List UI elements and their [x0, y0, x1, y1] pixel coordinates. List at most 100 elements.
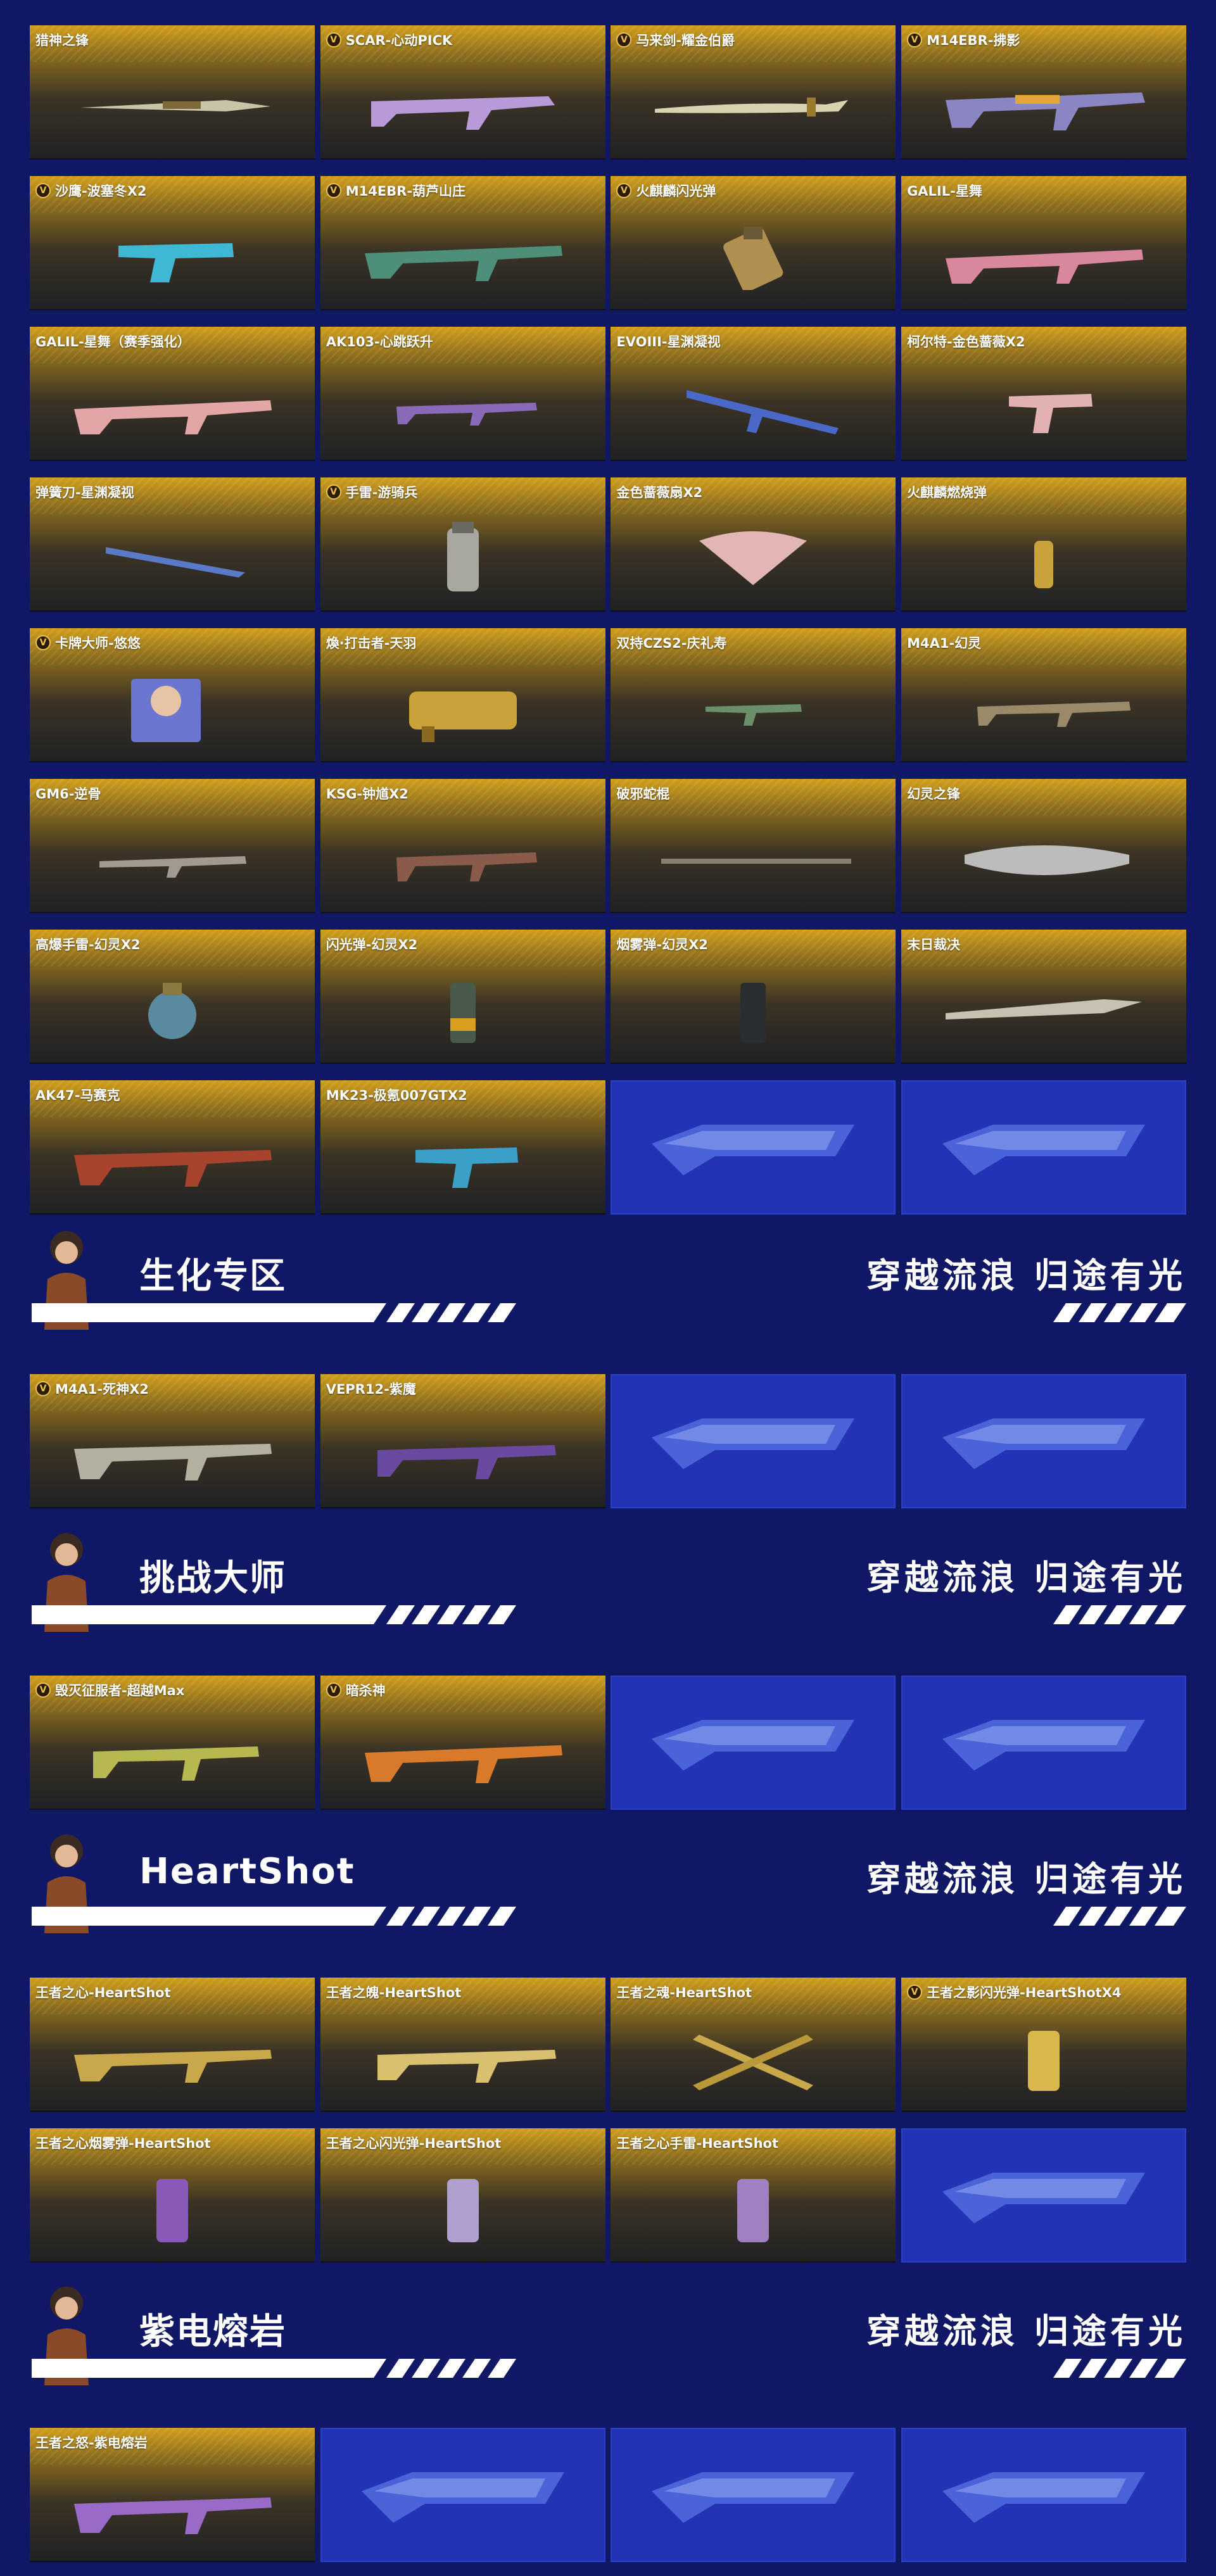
weapon-name: 幻灵之锋 — [907, 786, 961, 802]
grenade-icon — [1034, 541, 1054, 588]
v-badge-icon: V — [35, 635, 51, 650]
weapon-name: KSG-钟馗X2 — [326, 786, 408, 802]
section-underline-bar — [32, 1303, 516, 1322]
weapon-name: MK23-极氪007GTX2 — [326, 1088, 467, 1103]
v-badge-icon: V — [326, 484, 341, 500]
smoke-grenade-icon — [740, 983, 766, 1043]
weapon-card[interactable]: 幻灵之锋 — [901, 779, 1187, 913]
weapon-name: 王者之魄-HeartShot — [326, 1985, 462, 2000]
weapon-card[interactable]: 王者之魄-HeartShot — [320, 1978, 605, 2112]
weapon-card[interactable]: 末日裁决 — [901, 930, 1187, 1064]
pistol-icon — [415, 1147, 518, 1188]
crossfire-logo-card — [611, 2428, 896, 2562]
pistol-icon — [118, 243, 234, 282]
flashbang-icon — [446, 2179, 479, 2242]
weapon-card[interactable]: V 沙鹰-波塞冬X2 — [30, 176, 315, 310]
smg-icon — [93, 1746, 259, 1781]
weapon-card[interactable]: GM6-逆骨 — [30, 779, 315, 913]
weapon-card[interactable]: 闪光弹-幻灵X2 — [320, 930, 605, 1064]
crossfire-logo-icon — [652, 1418, 855, 1469]
weapon-name: GM6-逆骨 — [35, 786, 101, 802]
weapon-name: V 手雷-游骑兵 — [326, 483, 417, 502]
weapon-card[interactable]: 烟雾弹-幻灵X2 — [611, 930, 896, 1064]
main-weapon-grid: 猎神之锋 V SCAR-心动PICK V 马来剑-耀金伯爵 V M14EBR-拂影 V… — [30, 25, 1187, 1215]
weapon-card[interactable]: V 暗杀神 — [320, 1676, 605, 1810]
crossfire-logo-card — [901, 2428, 1187, 2562]
sword-icon — [655, 98, 849, 117]
weapon-card[interactable]: V M14EBR-拂影 — [901, 25, 1187, 160]
slogan-stripes — [1053, 1303, 1186, 1322]
fan-icon — [699, 531, 808, 585]
weapon-card[interactable]: 弹簧刀-星渊凝视 — [30, 477, 315, 612]
weapon-name: 金色蔷薇扇X2 — [616, 485, 703, 500]
knife-icon — [80, 100, 270, 111]
weapon-card[interactable]: 双持CZS2-庆礼寿 — [611, 628, 896, 762]
weapon-card[interactable]: GALIL-星舞（赛季强化） — [30, 327, 315, 461]
weapon-card[interactable]: 火麒麟燃烧弹 — [901, 477, 1187, 612]
weapon-card[interactable]: M4A1-幻灵 — [901, 628, 1187, 762]
flashbang-icon — [450, 983, 476, 1043]
weapon-card[interactable]: 柯尔特-金色蔷薇X2 — [901, 327, 1187, 461]
weapon-name: 末日裁决 — [907, 937, 961, 952]
rifle-icon — [74, 1444, 272, 1481]
launcher-icon — [408, 691, 517, 742]
weapon-card[interactable]: 王者之心手雷-HeartShot — [611, 2128, 896, 2263]
weapon-name: 柯尔特-金色蔷薇X2 — [907, 334, 1025, 350]
crossfire-logo-icon — [652, 2472, 855, 2523]
weapon-name: V 毁灭征服者-超越Max — [35, 1681, 184, 1700]
weapon-card[interactable]: 煥·打击者-天羽 — [320, 628, 605, 762]
weapon-card[interactable]: 王者之怒-紫电熔岩 — [30, 2428, 315, 2562]
rifle-icon — [946, 92, 1146, 130]
crossfire-logo-icon — [361, 2472, 564, 2523]
weapon-card[interactable]: V M4A1-死神X2 — [30, 1374, 315, 1508]
weapon-card[interactable]: V 火麒麟闪光弹 — [611, 176, 896, 310]
crossfire-logo-icon — [652, 1125, 855, 1175]
weapon-card[interactable]: V 毁灭征服者-超越Max — [30, 1676, 315, 1810]
knife-icon — [106, 547, 245, 578]
rifle-icon — [377, 2050, 556, 2083]
weapon-card[interactable]: 王者之魂-HeartShot — [611, 1978, 896, 2112]
grenade-icon — [737, 2179, 770, 2242]
weapon-card[interactable]: GALIL-星舞 — [901, 176, 1187, 310]
weapon-name: VEPR12-紫魔 — [326, 1382, 416, 1397]
weapon-card[interactable]: MK23-极氪007GTX2 — [320, 1080, 605, 1215]
weapon-card[interactable]: 金色蔷薇扇X2 — [611, 477, 896, 612]
weapon-card[interactable]: 猎神之锋 — [30, 25, 315, 160]
v-badge-icon: V — [35, 183, 51, 198]
dual-blades-icon — [693, 2035, 814, 2090]
slogan-stripes — [1053, 2359, 1186, 2378]
weapon-card[interactable]: V 手雷-游骑兵 — [320, 477, 605, 612]
section-slogan: 穿越流浪 归途有光 — [866, 2311, 1186, 2351]
crossfire-logo-card — [320, 2428, 605, 2562]
weapon-card[interactable]: AK103-心跳跃升 — [320, 327, 605, 461]
weapon-card[interactable]: 高爆手雷-幻灵X2 — [30, 930, 315, 1064]
weapon-name: V 马来剑-耀金伯爵 — [616, 30, 735, 49]
weapon-card[interactable]: V 卡牌大师-悠悠 — [30, 628, 315, 762]
v-badge-icon: V — [326, 183, 341, 198]
weapon-card[interactable]: 王者之心烟雾弹-HeartShot — [30, 2128, 315, 2263]
sniper-icon — [99, 856, 246, 878]
weapon-card[interactable]: AK47-马赛克 — [30, 1080, 315, 1215]
blade-icon — [965, 845, 1130, 875]
section-underline-bar — [32, 1907, 516, 1926]
weapon-card[interactable]: V M14EBR-葫芦山庄 — [320, 176, 605, 310]
weapon-card[interactable]: 破邪蛇棍 — [611, 779, 896, 913]
weapon-card[interactable]: V 王者之影闪光弹-HeartShotX4 — [901, 1978, 1187, 2112]
weapon-card[interactable]: 王者之心-HeartShot — [30, 1978, 315, 2112]
section-slogan: 穿越流浪 归途有光 — [866, 1558, 1186, 1598]
weapon-card[interactable]: KSG-钟馗X2 — [320, 779, 605, 913]
section-weapon-grid: 王者之怒-紫电熔岩 — [30, 2428, 1187, 2562]
weapon-name: AK47-马赛克 — [35, 1088, 120, 1103]
crossfire-logo-card — [611, 1080, 896, 1215]
shotgun-icon — [377, 1445, 556, 1479]
weapon-name: GALIL-星舞（赛季强化） — [35, 334, 191, 350]
weapon-card[interactable]: V SCAR-心动PICK — [320, 25, 605, 160]
weapon-card[interactable]: V 马来剑-耀金伯爵 — [611, 25, 896, 160]
weapon-card[interactable]: VEPR12-紫魔 — [320, 1374, 605, 1508]
rifle-icon — [74, 2050, 272, 2083]
weapon-card[interactable]: EVOIII-星渊凝视 — [611, 327, 896, 461]
sniper-icon — [74, 2497, 272, 2534]
weapon-card[interactable]: 王者之心闪光弹-HeartShot — [320, 2128, 605, 2263]
weapon-name: 王者之心手雷-HeartShot — [616, 2136, 779, 2151]
shotgun-icon — [396, 852, 537, 881]
